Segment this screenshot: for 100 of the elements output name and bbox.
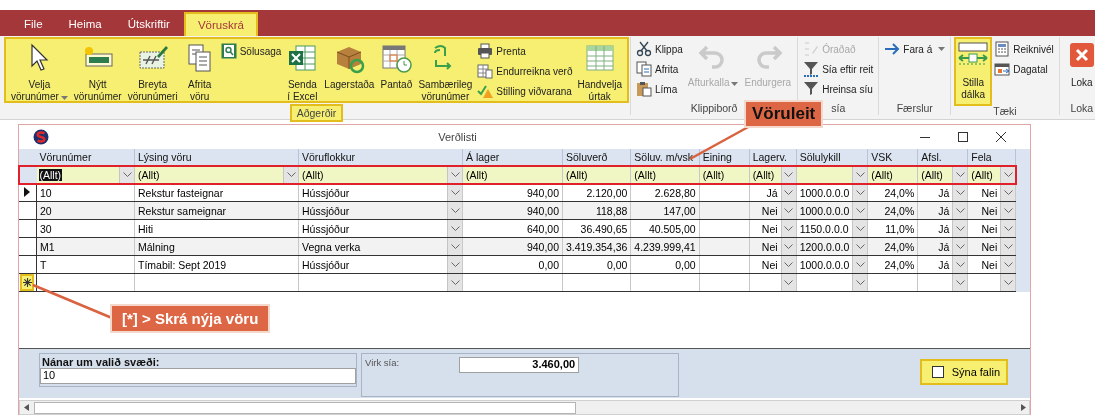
table-cell-text: 2.120,00 bbox=[585, 186, 629, 199]
dropdown-button[interactable] bbox=[852, 274, 868, 291]
dropdown-button[interactable] bbox=[780, 220, 796, 237]
chevron-down-icon bbox=[1003, 262, 1013, 267]
scroll-thumb[interactable] bbox=[34, 401, 576, 414]
column-header[interactable]: Á lager bbox=[462, 149, 563, 166]
dropdown-button[interactable] bbox=[852, 238, 868, 255]
chevron-down-icon bbox=[784, 226, 794, 231]
table-cell-text: Já bbox=[937, 222, 951, 235]
dropdown-button[interactable] bbox=[1000, 202, 1016, 219]
chevron-down-icon bbox=[1003, 208, 1013, 213]
ribbon-button[interactable]: Afrita vöru bbox=[180, 39, 219, 108]
ribbon-button[interactable]: Pantað bbox=[377, 39, 416, 96]
dropdown-button[interactable] bbox=[852, 166, 868, 183]
column-header[interactable]: Eining bbox=[699, 149, 750, 166]
dropdown-button[interactable] bbox=[447, 220, 462, 237]
chevron-down-icon bbox=[855, 262, 865, 267]
dropdown-button[interactable] bbox=[952, 220, 968, 237]
dropdown-button[interactable] bbox=[952, 274, 968, 291]
ribbon-button[interactable]: Reiknivél bbox=[992, 39, 1056, 59]
dropdown-button[interactable] bbox=[780, 202, 796, 219]
ribbon-button[interactable]: Stilla dálka bbox=[954, 37, 993, 106]
dropdown-button[interactable] bbox=[780, 256, 796, 273]
table-cell-text: 0,00 bbox=[605, 258, 629, 271]
chevron-down-icon bbox=[955, 226, 965, 231]
ribbon-button[interactable]: Afrita bbox=[633, 59, 685, 79]
ribbon-button[interactable]: Líma bbox=[633, 79, 685, 99]
dropdown-button[interactable] bbox=[952, 256, 968, 273]
table-cell-text: 147,00 bbox=[662, 204, 697, 217]
table-cell-text: Hússjóður bbox=[301, 204, 351, 217]
dropdown-button[interactable] bbox=[447, 238, 462, 255]
ribbon-button[interactable]: Klippa bbox=[633, 39, 685, 59]
table-cell-text: Hiti bbox=[137, 222, 155, 235]
dropdown-button[interactable] bbox=[952, 166, 968, 183]
chevron-down-icon bbox=[450, 190, 460, 195]
table-cell-text: 11,0% bbox=[884, 222, 916, 235]
checkbox[interactable] bbox=[931, 366, 944, 378]
table-cell-text: 3.419.354,36 bbox=[565, 240, 629, 253]
column-header[interactable]: Afsl. bbox=[917, 149, 968, 166]
ribbon-button[interactable]: Loka bbox=[1062, 37, 1095, 94]
dropdown-button[interactable] bbox=[1000, 220, 1016, 237]
table-cell-text: Hússjóður bbox=[301, 258, 351, 271]
dropdown-button[interactable] bbox=[780, 238, 796, 255]
chevron-down-icon bbox=[450, 172, 460, 177]
dropdown-button[interactable] bbox=[283, 166, 298, 183]
ribbon-button[interactable]: Sölusaga bbox=[218, 41, 284, 61]
column-header[interactable]: Söluv. m/vsk bbox=[630, 149, 700, 166]
calendar-clock-icon bbox=[380, 42, 413, 74]
ribbon-button[interactable]: Breyta vörunúmeri bbox=[124, 39, 181, 108]
details-field[interactable]: 10 bbox=[40, 368, 356, 384]
ribbon-button[interactable]: Dagatal bbox=[992, 59, 1056, 79]
column-header[interactable]: Lýsing vöru bbox=[134, 149, 299, 166]
dropdown-button[interactable] bbox=[1000, 238, 1016, 255]
ribbon-button[interactable]: Fara á bbox=[882, 39, 948, 59]
menu-tab[interactable]: Útskriftir bbox=[115, 12, 182, 36]
column-header[interactable]: Fela bbox=[967, 149, 1016, 166]
column-header[interactable]: VSK bbox=[867, 149, 918, 166]
ribbon-button[interactable]: Prenta bbox=[475, 41, 575, 61]
filter-field[interactable]: (Allt) bbox=[38, 168, 63, 181]
chevron-down-icon bbox=[450, 208, 460, 213]
dropdown-button[interactable] bbox=[780, 166, 796, 183]
ribbon-button[interactable]: Sía eftir reit bbox=[801, 59, 876, 79]
dropdown-button[interactable] bbox=[852, 202, 868, 219]
callout: [*] > Skrá nýja vöru bbox=[110, 304, 271, 333]
menu-tab[interactable]: File bbox=[12, 12, 55, 36]
dropdown-button[interactable] bbox=[952, 202, 968, 219]
ribbon-button[interactable]: Endurreikna verð bbox=[475, 61, 575, 81]
dropdown-button[interactable] bbox=[447, 274, 462, 291]
dropdown-button[interactable] bbox=[1000, 256, 1016, 273]
filter-label: Virk sía: bbox=[365, 357, 400, 368]
ribbon-button[interactable]: Velja vörunúmer bbox=[8, 39, 71, 108]
dropdown-button[interactable] bbox=[852, 220, 868, 237]
menu-tab[interactable]: Vöruskrá bbox=[183, 12, 258, 36]
dropdown-button[interactable] bbox=[447, 256, 462, 273]
window-title: Verðlisti bbox=[437, 131, 478, 143]
ribbon-button[interactable]: Stilling viðvarana bbox=[475, 81, 575, 101]
column-header[interactable]: Söluverð bbox=[562, 149, 631, 166]
ribbon-button[interactable]: Nýtt vörunúmer bbox=[70, 39, 125, 108]
menu-tab[interactable]: Heima bbox=[56, 12, 114, 36]
dropdown-button[interactable] bbox=[1000, 166, 1016, 183]
dropdown-button[interactable] bbox=[852, 256, 868, 273]
column-header[interactable]: Lagerv. bbox=[749, 149, 797, 166]
dropdown-button[interactable] bbox=[447, 202, 462, 219]
column-header[interactable]: Vöruflokkur bbox=[298, 149, 463, 166]
horizontal-scrollbar[interactable] bbox=[19, 400, 1030, 415]
dropdown-button[interactable] bbox=[780, 274, 796, 291]
column-header[interactable]: Sölulykill bbox=[796, 149, 868, 166]
table-cell-text: 24,0% bbox=[883, 204, 916, 217]
ribbon-button[interactable]: Lagerstaða bbox=[321, 39, 378, 96]
ribbon-button[interactable]: Sambærileg vörunúmer bbox=[415, 39, 476, 108]
column-header[interactable]: Vörunúmer bbox=[36, 149, 135, 166]
ribbon-button[interactable]: Handvelja úrtak bbox=[574, 39, 625, 108]
chevron-down-icon bbox=[955, 244, 965, 249]
dropdown-button[interactable] bbox=[952, 238, 968, 255]
chevron-down-icon bbox=[955, 190, 965, 195]
dropdown-button[interactable] bbox=[447, 166, 462, 183]
dropdown-button[interactable] bbox=[119, 166, 134, 183]
current-row-icon bbox=[22, 187, 32, 198]
dropdown-button[interactable] bbox=[1000, 274, 1016, 291]
ribbon-button[interactable]: Hreinsa síu bbox=[801, 79, 876, 99]
